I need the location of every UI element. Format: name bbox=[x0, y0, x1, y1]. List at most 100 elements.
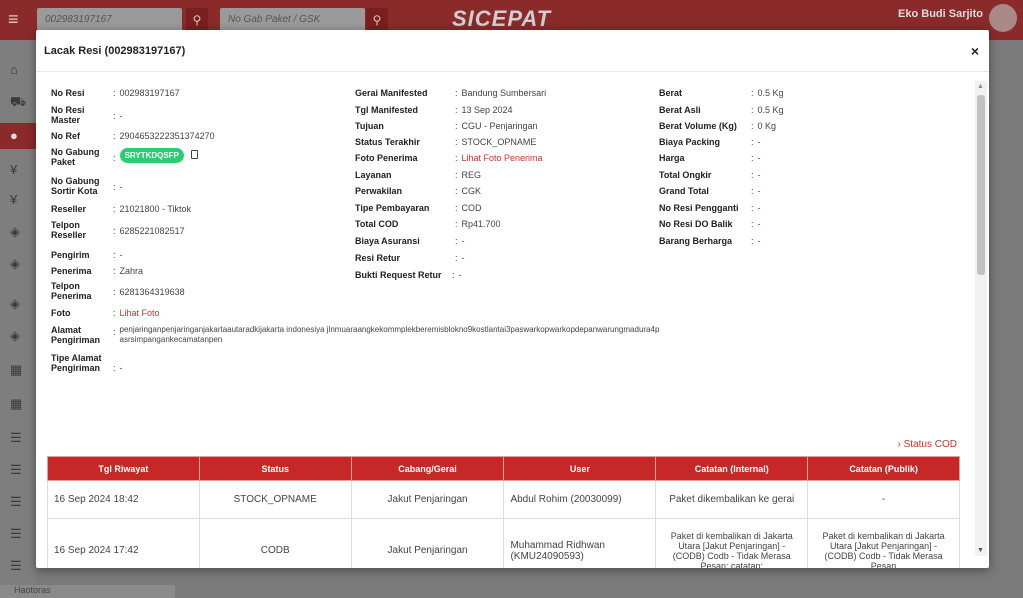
cell-cabang: Jakut Penjaringan bbox=[350, 518, 505, 568]
avatar[interactable] bbox=[989, 4, 1017, 32]
box-icon[interactable]: ◈ bbox=[10, 296, 26, 312]
location-icon[interactable]: ● bbox=[10, 128, 26, 144]
field-no-resi-master: No Resi Master : - bbox=[51, 105, 123, 125]
cell-status: CODB bbox=[198, 518, 352, 568]
field-grand-total: Grand Total : - bbox=[659, 186, 761, 196]
hamburger-menu-icon[interactable]: ≡ bbox=[8, 10, 28, 28]
field-tipe-alamat-pengiriman: Tipe Alamat Pengiriman : - bbox=[51, 353, 123, 373]
status-cod-link[interactable]: › Status COD bbox=[898, 439, 957, 450]
cell-catatan-publik: Paket di kembalikan di Jakarta Utara [Ja… bbox=[807, 518, 960, 568]
th-tgl-riwayat: Tgl Riwayat bbox=[47, 456, 200, 481]
field-no-resi: No Resi : 002983197167 bbox=[51, 88, 180, 98]
search-icon: ⚲ bbox=[372, 13, 382, 27]
history-table: Tgl Riwayat Status Cabang/Gerai User Cat… bbox=[47, 456, 960, 568]
cell-user: Abdul Rohim (20030099) bbox=[503, 480, 657, 519]
bottom-bar[interactable]: Haotoras bbox=[0, 585, 175, 598]
modal-body: ▲ ▼ No Resi : 002983197167 No Resi Maste… bbox=[36, 73, 989, 568]
field-foto: Foto : Lihat Foto bbox=[51, 308, 160, 318]
cell-catatan-publik: - bbox=[807, 480, 960, 519]
modal-title: Lacak Resi (002983197167) bbox=[44, 45, 186, 57]
gabung-search-button[interactable]: ⚲ bbox=[366, 8, 388, 32]
modal-scrollbar[interactable]: ▲ ▼ bbox=[975, 81, 987, 556]
field-harga: Harga : - bbox=[659, 153, 761, 163]
cell-cabang: Jakut Penjaringan bbox=[350, 480, 505, 519]
sicepat-logo: SICEPAT bbox=[452, 6, 552, 31]
lihat-foto-penerima-link[interactable]: Lihat Foto Penerima bbox=[462, 153, 543, 163]
th-status: Status bbox=[198, 456, 352, 481]
cell-catatan-internal: Paket dikembalikan ke gerai bbox=[655, 480, 809, 519]
list-icon[interactable]: ☰ bbox=[10, 430, 26, 446]
home-icon[interactable]: ⌂ bbox=[10, 62, 26, 78]
modal-header: Lacak Resi (002983197167) × bbox=[36, 30, 989, 72]
box-icon[interactable]: ◈ bbox=[10, 224, 26, 240]
th-cabang-gerai: Cabang/Gerai bbox=[350, 456, 505, 481]
copy-icon[interactable] bbox=[191, 150, 199, 159]
field-resi-retur: Resi Retur : - bbox=[355, 253, 465, 263]
sidebar: ⌂ ⛟ ● ¥ ¥ ◈ ◈ ◈ ◈ ▦ ▦ ☰ ☰ ☰ ☰ ☰ bbox=[0, 40, 36, 598]
field-alamat-pengiriman: Alamat Pengiriman : penjaringanpenjaring… bbox=[51, 325, 660, 345]
field-no-resi-do-balik: No Resi DO Balik : - bbox=[659, 219, 761, 229]
th-user: User bbox=[503, 456, 657, 481]
resi-search-input[interactable]: 002983197167 bbox=[37, 8, 182, 32]
close-icon[interactable]: × bbox=[971, 43, 979, 59]
field-tujuan: Tujuan : CGU - Penjaringan bbox=[355, 121, 538, 131]
field-penerima: Penerima : Zahra bbox=[51, 266, 144, 276]
field-berat-volume: Berat Volume (Kg) : 0 Kg bbox=[659, 121, 777, 131]
lihat-foto-link[interactable]: Lihat Foto bbox=[120, 308, 160, 318]
field-bukti-request-retur: Bukti Request Retur : - bbox=[355, 270, 462, 280]
cell-tgl: 16 Sep 2024 18:42 bbox=[47, 480, 200, 519]
scrollbar-thumb[interactable] bbox=[977, 95, 985, 275]
field-barang-berharga: Barang Berharga : - bbox=[659, 236, 761, 246]
field-tipe-pembayaran: Tipe Pembayaran : COD bbox=[355, 203, 482, 213]
list-icon[interactable]: ☰ bbox=[10, 462, 26, 478]
field-perwakilan: Perwakilan : CGK bbox=[355, 186, 482, 196]
field-biaya-asuransi: Biaya Asuransi : - bbox=[355, 236, 465, 246]
chevron-down-icon[interactable]: ¥ bbox=[10, 192, 26, 208]
field-no-gabung-sortir-kota: No Gabung Sortir Kota : - bbox=[51, 176, 123, 196]
field-pengirim: Pengirim : - bbox=[51, 250, 123, 260]
field-total-ongkir: Total Ongkir : - bbox=[659, 170, 761, 180]
field-telpon-reseller: Telpon Reseller : 6285221082517 bbox=[51, 220, 185, 240]
cell-status: STOCK_OPNAME bbox=[198, 480, 352, 519]
field-layanan: Layanan : REG bbox=[355, 170, 482, 180]
field-foto-penerima: Foto Penerima : Lihat Foto Penerima bbox=[355, 153, 543, 163]
user-name[interactable]: Eko Budi Sarjito bbox=[898, 8, 983, 20]
field-berat: Berat : 0.5 Kg bbox=[659, 88, 784, 98]
lacak-resi-modal: Lacak Resi (002983197167) × ▲ ▼ No Resi … bbox=[36, 30, 989, 568]
field-telpon-penerima: Telpon Penerima : 6281364319638 bbox=[51, 281, 185, 301]
scroll-down-icon[interactable]: ▼ bbox=[977, 547, 984, 554]
field-no-ref: No Ref : 2904653222351374270 bbox=[51, 131, 215, 141]
list-icon[interactable]: ☰ bbox=[10, 494, 26, 510]
box-icon[interactable]: ◈ bbox=[10, 328, 26, 344]
list-icon[interactable]: ☰ bbox=[10, 526, 26, 542]
field-status-terakhir: Status Terakhir : STOCK_OPNAME bbox=[355, 137, 537, 147]
no-resi-value: 002983197167 bbox=[119, 88, 180, 98]
field-no-resi-pengganti: No Resi Pengganti : - bbox=[659, 203, 761, 213]
field-gerai-manifested: Gerai Manifested : Bandung Sumbersari bbox=[355, 88, 547, 98]
th-catatan-publik: Catatan (Publik) bbox=[807, 456, 960, 481]
table-row: 16 Sep 2024 17:42 CODB Jakut Penjaringan… bbox=[47, 518, 960, 568]
cell-user: Muhammad Ridhwan (KMU24090593) bbox=[503, 518, 657, 568]
field-no-gabung-paket: No Gabung Paket : SRYTKDQSFP bbox=[51, 147, 199, 167]
th-catatan-internal: Catatan (Internal) bbox=[655, 456, 809, 481]
gabung-search-input[interactable]: No Gab Paket / GSK bbox=[220, 8, 365, 32]
list-icon[interactable]: ☰ bbox=[10, 558, 26, 574]
gabung-paket-badge[interactable]: SRYTKDQSFP bbox=[119, 148, 184, 163]
table-header-row: Tgl Riwayat Status Cabang/Gerai User Cat… bbox=[47, 456, 960, 481]
search-icon: ⚲ bbox=[192, 13, 202, 27]
chevron-down-icon[interactable]: ¥ bbox=[10, 162, 26, 178]
resi-search-button[interactable]: ⚲ bbox=[186, 8, 208, 32]
cell-tgl: 16 Sep 2024 17:42 bbox=[47, 518, 200, 568]
field-biaya-packing: Biaya Packing : - bbox=[659, 137, 761, 147]
scroll-up-icon[interactable]: ▲ bbox=[977, 83, 984, 90]
truck-icon[interactable]: ⛟ bbox=[10, 94, 26, 110]
grid-icon[interactable]: ▦ bbox=[10, 396, 26, 412]
field-total-cod: Total COD : Rp41.700 bbox=[355, 219, 501, 229]
field-berat-asli: Berat Asli : 0.5 Kg bbox=[659, 105, 784, 115]
table-row: 16 Sep 2024 18:42 STOCK_OPNAME Jakut Pen… bbox=[47, 480, 960, 519]
grid-icon[interactable]: ▦ bbox=[10, 362, 26, 378]
field-reseller: Reseller : 21021800 - Tiktok bbox=[51, 204, 192, 214]
box-icon[interactable]: ◈ bbox=[10, 256, 26, 272]
cell-catatan-internal: Paket di kembalikan di Jakarta Utara [Ja… bbox=[655, 518, 809, 568]
field-tgl-manifested: Tgl Manifested : 13 Sep 2024 bbox=[355, 105, 513, 115]
